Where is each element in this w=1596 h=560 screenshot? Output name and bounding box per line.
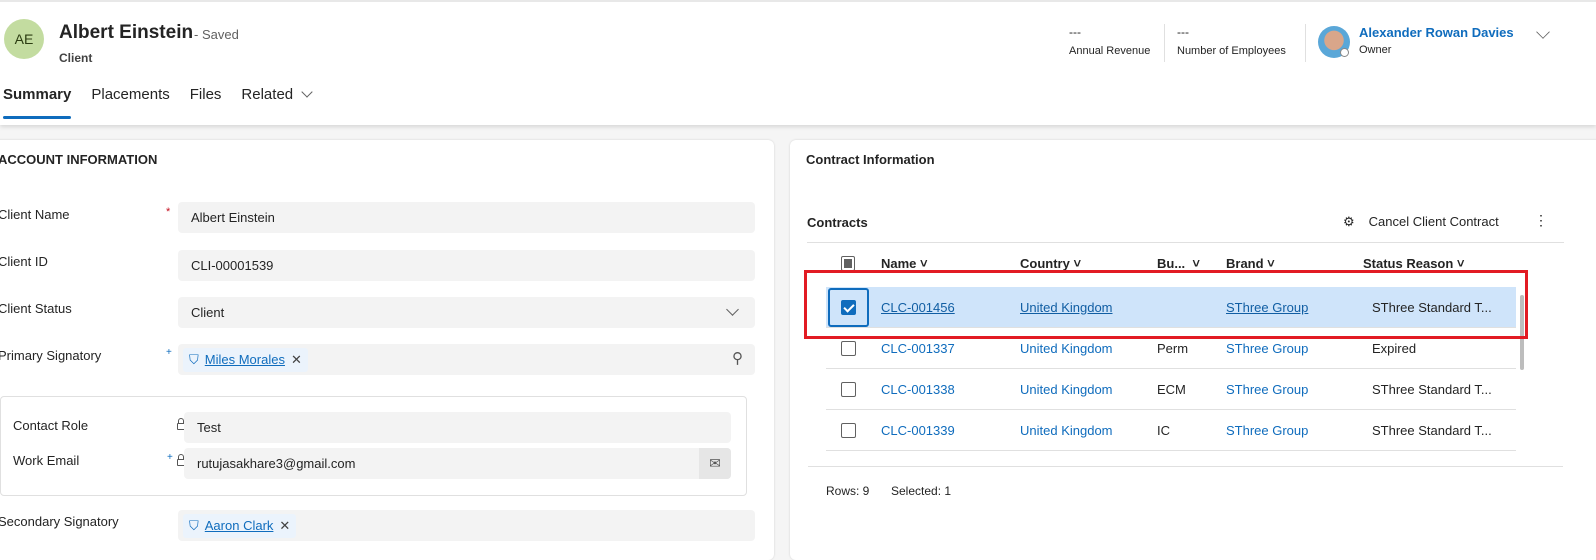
kpi-annual-revenue: --- Annual Revenue: [1069, 25, 1150, 57]
section-title: ACCOUNT INFORMATION: [0, 152, 158, 167]
contact-role-input[interactable]: Test: [184, 412, 731, 443]
presence-icon: [1340, 48, 1349, 57]
lookup-tag: ⛉ Miles Morales ✕: [183, 347, 308, 372]
client-id-label: Client ID: [0, 254, 48, 269]
primary-signatory-label: Primary Signatory: [0, 348, 102, 363]
divider: [807, 242, 1564, 243]
secondary-signatory-link[interactable]: Aaron Clark: [205, 518, 274, 533]
contact-icon: ⛉: [189, 351, 199, 367]
entity-name: Client: [59, 51, 93, 65]
save-status: - Saved: [194, 27, 239, 42]
rows-count: Rows: 9: [826, 484, 870, 498]
kpi-label: Number of Employees: [1177, 45, 1286, 57]
status-reason: SThree Standard T...: [1372, 423, 1492, 438]
tab-list: Summary Placements Files Related: [3, 86, 313, 119]
client-id-input[interactable]: CLI-00001539: [178, 250, 755, 281]
primary-signatory-lookup[interactable]: ⛉ Miles Morales ✕ ⚲: [178, 344, 755, 375]
column-header-status-reason[interactable]: Status Reason ˅: [1363, 256, 1465, 271]
more-commands-icon[interactable]: ⋮: [1534, 212, 1548, 229]
column-header-name[interactable]: Name ˅: [881, 256, 928, 271]
table-row-partial: [808, 465, 1518, 473]
cancel-contract-label: Cancel Client Contract: [1368, 214, 1499, 229]
secondary-signatory-lookup[interactable]: ⛉ Aaron Clark ✕: [178, 510, 755, 541]
table-row[interactable]: CLC-001338 United Kingdom ECM SThree Gro…: [826, 369, 1516, 410]
client-status-label: Client Status: [0, 301, 72, 316]
table-row[interactable]: CLC-001339 United Kingdom IC SThree Grou…: [826, 410, 1516, 451]
tab-summary[interactable]: Summary: [3, 86, 72, 119]
secondary-signatory-label: Secondary Signatory: [0, 514, 119, 529]
country-link[interactable]: United Kingdom: [1020, 382, 1113, 397]
work-email-value: rutujasakhare3@gmail.com: [197, 456, 356, 471]
column-header-business-unit[interactable]: Bu... ˅: [1157, 256, 1200, 271]
business-unit: IC: [1157, 423, 1170, 438]
client-status-select[interactable]: Client: [178, 297, 755, 328]
cancel-contract-button[interactable]: ⚙ Cancel Client Contract: [1343, 214, 1499, 230]
contact-details-box: Contact Role Test Work Email + rutujasak…: [0, 396, 747, 496]
puzzle-icon: ⚙: [1343, 214, 1355, 229]
kpi-employees: --- Number of Employees: [1177, 25, 1286, 57]
divider: [1164, 24, 1165, 62]
brand-link[interactable]: SThree Group: [1226, 423, 1308, 438]
contact-role-label: Contact Role: [13, 418, 89, 433]
work-email-label: Work Email: [13, 453, 80, 468]
select-all-checkbox[interactable]: [841, 256, 855, 271]
record-title: Albert Einstein: [59, 22, 194, 43]
contract-name-link[interactable]: CLC-001339: [881, 423, 955, 438]
owner-label: Owner: [1359, 44, 1392, 56]
lookup-tag: ⛉ Aaron Clark ✕: [183, 513, 297, 538]
column-header-brand[interactable]: Brand ˅: [1226, 256, 1275, 271]
column-label: Status Reason: [1363, 256, 1454, 271]
avatar: AE: [4, 19, 44, 59]
subgrid-title: Contracts: [807, 215, 868, 230]
highlight-annotation: [804, 270, 1528, 339]
work-email-input[interactable]: rutujasakhare3@gmail.com ✉: [184, 448, 731, 479]
client-status-value: Client: [191, 305, 225, 320]
search-icon[interactable]: ⚲: [732, 349, 743, 367]
required-icon: *: [166, 206, 171, 218]
client-name-label: Client Name: [0, 207, 70, 222]
country-link[interactable]: United Kingdom: [1020, 341, 1113, 356]
status-reason: SThree Standard T...: [1372, 382, 1492, 397]
owner-name-link[interactable]: Alexander Rowan Davies: [1359, 25, 1514, 40]
tab-files[interactable]: Files: [190, 86, 222, 115]
row-checkbox[interactable]: [841, 382, 856, 397]
kpi-value: ---: [1177, 25, 1189, 39]
business-unit: Perm: [1157, 341, 1189, 356]
contract-name-link[interactable]: CLC-001338: [881, 382, 955, 397]
mail-icon[interactable]: ✉: [699, 448, 731, 479]
brand-link[interactable]: SThree Group: [1226, 341, 1308, 356]
row-checkbox[interactable]: [841, 423, 856, 438]
tab-placements[interactable]: Placements: [91, 86, 169, 115]
divider: [1305, 24, 1306, 62]
column-label: Bu...: [1157, 256, 1186, 271]
business-unit: ECM: [1157, 382, 1186, 397]
selected-count: Selected: 1: [891, 484, 952, 498]
brand-link[interactable]: SThree Group: [1226, 382, 1308, 397]
chevron-down-icon: [301, 86, 313, 98]
column-label: Name: [881, 256, 917, 271]
column-label: Brand: [1226, 256, 1264, 271]
column-label: Country: [1020, 256, 1070, 271]
status-reason: Expired: [1372, 341, 1417, 356]
tab-related-label: Related: [241, 86, 294, 103]
chevron-down-icon: [726, 303, 739, 316]
kpi-label: Annual Revenue: [1069, 45, 1151, 57]
column-header-country[interactable]: Country ˅: [1020, 256, 1081, 271]
record-header: AE Albert Einstein - Saved Client Summar…: [0, 0, 1596, 125]
account-information-panel: ACCOUNT INFORMATION Client Name * Albert…: [0, 140, 774, 560]
tab-related[interactable]: Related: [241, 86, 313, 115]
contract-name-link[interactable]: CLC-001337: [881, 341, 955, 356]
contact-icon: ⛉: [189, 517, 199, 533]
section-title: Contract Information: [806, 152, 935, 167]
client-name-input[interactable]: Albert Einstein: [178, 202, 755, 233]
row-checkbox[interactable]: [841, 341, 856, 356]
country-link[interactable]: United Kingdom: [1020, 423, 1113, 438]
remove-icon[interactable]: ✕: [291, 352, 302, 368]
remove-icon[interactable]: ✕: [279, 518, 290, 534]
primary-signatory-link[interactable]: Miles Morales: [205, 352, 285, 367]
expand-header-chevron-icon[interactable]: [1536, 25, 1550, 39]
recommended-icon: +: [167, 452, 173, 463]
kpi-value: ---: [1069, 25, 1081, 39]
recommended-icon: +: [166, 347, 172, 358]
